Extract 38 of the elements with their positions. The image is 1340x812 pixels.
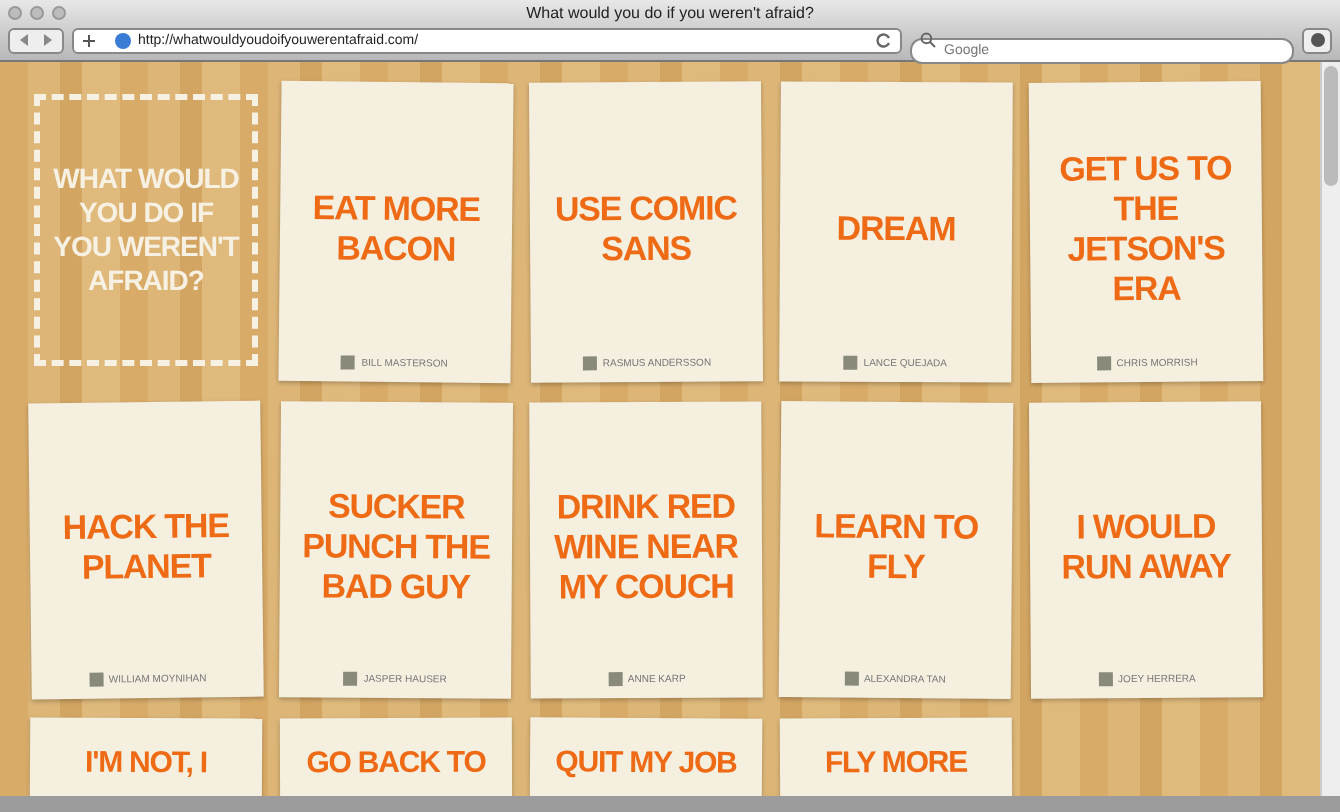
back-forward-buttons[interactable]	[8, 27, 64, 53]
card[interactable]: FLY MORE	[779, 717, 1013, 796]
avatar-icon	[607, 672, 622, 687]
reload-icon[interactable]	[876, 32, 892, 48]
card-text: EAT MORE BACON	[310, 186, 483, 272]
headline: WHAT WOULD YOU DO IF YOU WEREN'T AFRAID?	[51, 162, 242, 298]
circle-icon	[1309, 32, 1325, 48]
downloads-button[interactable]	[1302, 27, 1332, 53]
card[interactable]: I'M NOT, I	[29, 717, 263, 796]
card-text: LEARN TO FLY	[812, 504, 981, 590]
card-text: HACK THE PLANET	[60, 504, 231, 590]
card-text: GET US TO THE JETSON'S ERA	[1057, 146, 1234, 312]
card-text: FLY MORE	[824, 745, 968, 783]
avatar-icon	[341, 355, 356, 370]
card-text: DRINK RED WINE NEAR MY COUCH	[551, 484, 740, 610]
minimize-button[interactable]	[30, 5, 44, 19]
card-text: SUCKER PUNCH THE BAD GUY	[300, 484, 492, 610]
avatar-icon	[582, 356, 597, 371]
avatar-icon	[843, 355, 858, 370]
avatar-icon	[1096, 356, 1111, 371]
card-text: DREAM	[836, 206, 956, 252]
avatar-icon	[843, 671, 858, 686]
card-text: I'M NOT, I	[85, 745, 207, 783]
avatar-icon	[88, 672, 103, 687]
avatar-icon	[1098, 672, 1113, 687]
card[interactable]: QUIT MY JOB	[529, 717, 763, 796]
card-text: QUIT MY JOB	[555, 745, 737, 783]
card-text: GO BACK TO	[306, 745, 486, 783]
close-button[interactable]	[8, 5, 22, 19]
card-text: USE COMIC SANS	[552, 186, 739, 272]
zoom-button[interactable]	[52, 5, 66, 19]
card-text: I WOULD RUN AWAY	[1059, 504, 1233, 590]
globe-icon	[114, 31, 132, 49]
window-title: What would you do if you weren't afraid?	[526, 3, 814, 21]
card[interactable]: GO BACK TO	[279, 717, 513, 796]
plus-icon[interactable]	[82, 33, 96, 47]
search-icon	[920, 32, 936, 48]
avatar-icon	[343, 671, 358, 686]
